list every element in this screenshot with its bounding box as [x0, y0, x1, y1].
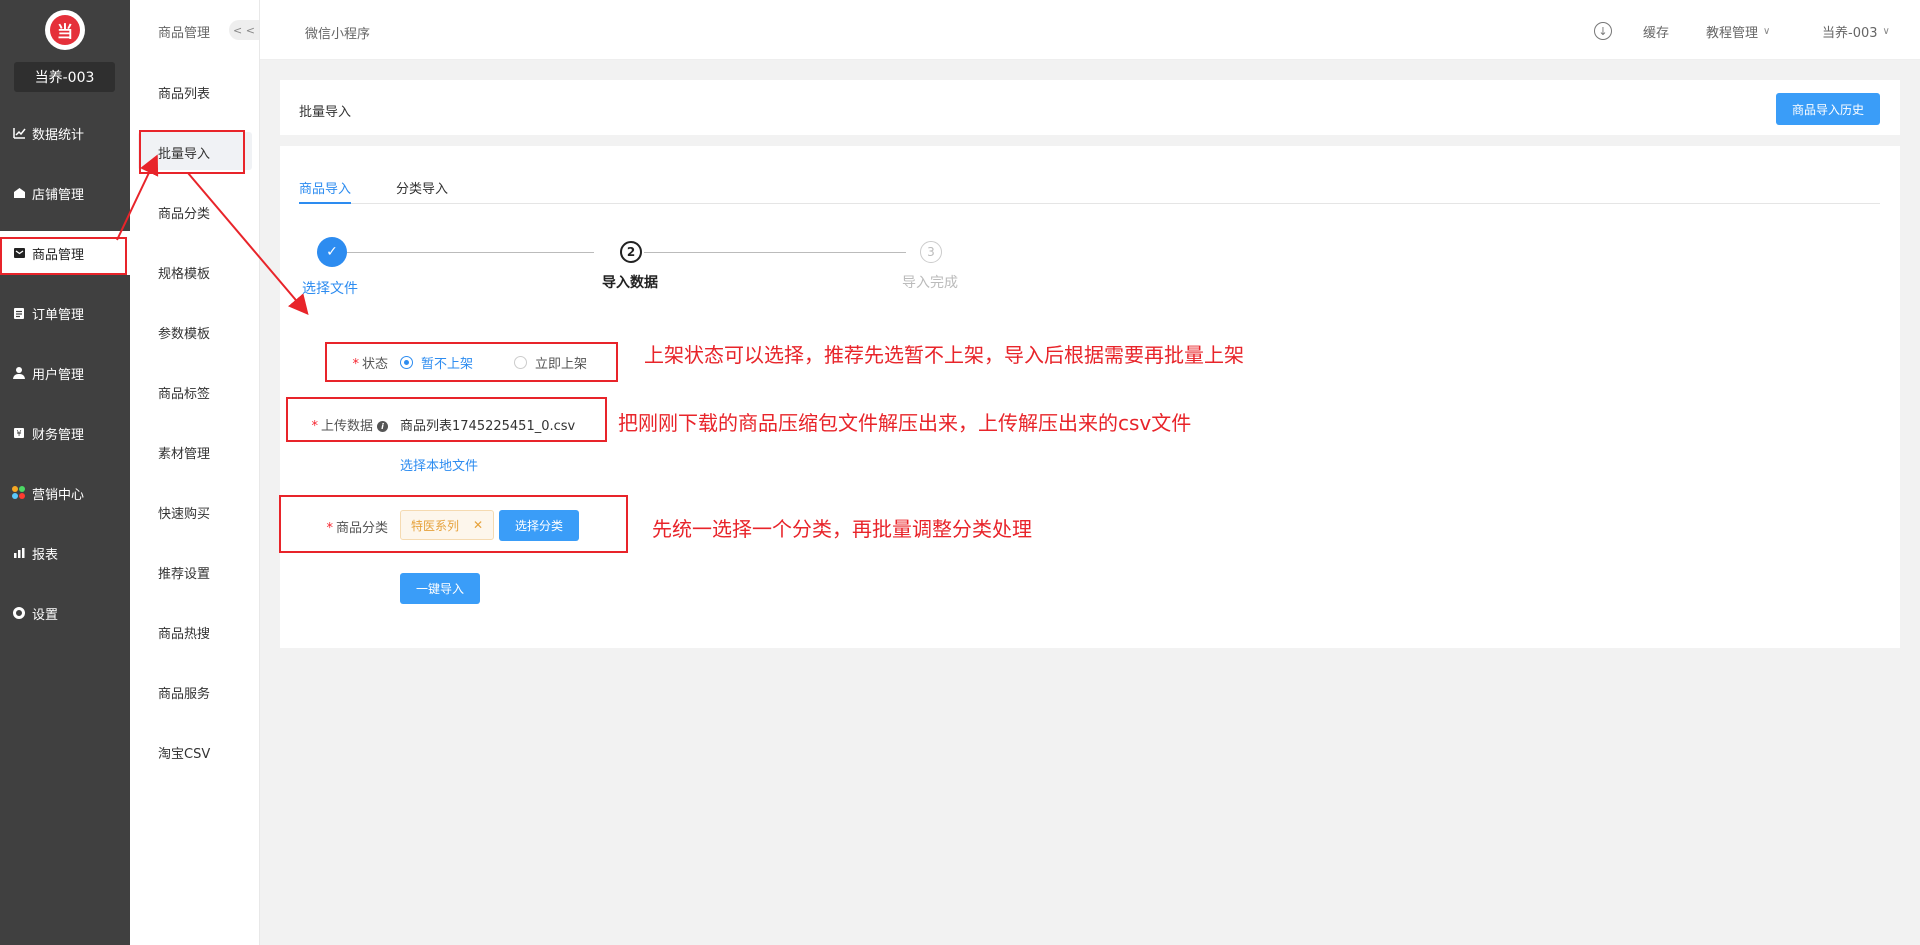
collapse-button[interactable]: < <	[229, 20, 259, 40]
step-3-label: 导入完成	[902, 275, 958, 291]
sidebar-item-marketing[interactable]: 营销中心	[0, 471, 130, 515]
main-sidebar: 当 当养-003 数据统计 店铺管理 商品管理 订单管理 用户管理 ¥ 财务管理	[0, 0, 130, 945]
account-menu[interactable]: 当养-003 ∨	[1822, 22, 1890, 41]
submenu-item-materials[interactable]: 素材管理	[158, 443, 210, 462]
sidebar-item-report[interactable]: 报表	[0, 531, 130, 575]
choose-local-file-link[interactable]: 选择本地文件	[400, 455, 478, 474]
step-2-circle: 2	[620, 241, 642, 263]
submenu-item-taobao-csv[interactable]: 淘宝CSV	[158, 743, 210, 762]
report-icon	[12, 546, 26, 560]
annotation-box-batch-import	[139, 130, 245, 174]
annotation-box-upload	[286, 397, 607, 442]
sidebar-item-store[interactable]: 店铺管理	[0, 171, 130, 215]
import-tabs: 商品导入 分类导入	[299, 178, 1880, 204]
import-history-button[interactable]: 商品导入历史	[1776, 93, 1880, 125]
step-connector	[644, 252, 906, 253]
top-bar: 微信小程序 ↓ 缓存 教程管理 ∨ 当养-003 ∨	[260, 0, 1920, 60]
gear-icon	[12, 606, 26, 620]
step-done-check-icon: ✓	[317, 237, 347, 267]
annotation-box-goods-menu	[0, 237, 127, 275]
annotation-note-category: 先统一选择一个分类，再批量调整分类处理	[652, 517, 1032, 541]
sidebar-item-stats[interactable]: 数据统计	[0, 111, 130, 155]
page-title: 批量导入	[299, 105, 352, 120]
download-button[interactable]: ↓	[1594, 22, 1612, 40]
sidebar-item-settings[interactable]: 设置	[0, 591, 130, 635]
app-logo: 当	[45, 10, 85, 50]
sidebar-item-label: 设置	[32, 607, 59, 623]
svg-text:¥: ¥	[16, 429, 21, 438]
sidebar-item-label: 数据统计	[32, 127, 85, 143]
annotation-box-category	[279, 495, 628, 553]
store-icon	[12, 186, 26, 200]
tab-goods-import[interactable]: 商品导入	[299, 178, 352, 204]
sidebar-item-orders[interactable]: 订单管理	[0, 291, 130, 335]
submenu-item-service[interactable]: 商品服务	[158, 683, 210, 702]
submenu-item-goods-list[interactable]: 商品列表	[158, 83, 210, 102]
step-connector	[347, 252, 594, 253]
one-click-import-button[interactable]: 一键导入	[400, 573, 480, 604]
submenu-item-quick-buy[interactable]: 快速购买	[158, 503, 210, 522]
tab-category-import[interactable]: 分类导入	[396, 178, 448, 204]
sidebar-item-label: 用户管理	[32, 367, 85, 383]
sidebar-item-label: 订单管理	[32, 307, 85, 323]
store-name[interactable]: 当养-003	[14, 62, 115, 92]
submenu-title: 商品管理	[158, 26, 211, 41]
step-1-label: 选择文件	[302, 281, 358, 297]
submenu-item-recommend[interactable]: 推荐设置	[158, 563, 210, 582]
sidebar-item-users[interactable]: 用户管理	[0, 351, 130, 395]
sidebar-item-label: 店铺管理	[32, 187, 85, 203]
cache-button[interactable]: 缓存	[1643, 22, 1669, 41]
annotation-box-status	[325, 342, 618, 382]
order-icon	[12, 306, 26, 320]
page-header-panel: 批量导入 商品导入历史	[280, 80, 1900, 135]
chevron-down-icon: ∨	[1763, 26, 1771, 37]
sidebar-item-label: 报表	[32, 547, 59, 563]
chart-icon	[12, 126, 26, 140]
step-2-label: 导入数据	[602, 275, 658, 291]
submenu-item-category[interactable]: 商品分类	[158, 203, 210, 222]
submenu-item-param-template[interactable]: 参数模板	[158, 323, 210, 342]
import-steps: ✓ 2 3 选择文件 导入数据 导入完成	[280, 237, 1900, 298]
download-icon: ↓	[1594, 22, 1612, 40]
submenu-item-spec-template[interactable]: 规格模板	[158, 263, 210, 282]
sidebar-item-finance[interactable]: ¥ 财务管理	[0, 411, 130, 455]
annotation-note-upload: 把刚刚下载的商品压缩包文件解压出来，上传解压出来的csv文件	[618, 411, 1192, 435]
account-label: 当养-003	[1822, 26, 1878, 41]
logo-icon: 当	[50, 15, 80, 45]
tutorial-menu[interactable]: 教程管理 ∨	[1706, 22, 1770, 41]
submenu-item-tags[interactable]: 商品标签	[158, 383, 210, 402]
annotation-note-status: 上架状态可以选择，推荐先选暂不上架，导入后根据需要再批量上架	[644, 343, 1244, 367]
marketing-icon	[12, 486, 26, 500]
step-3-circle: 3	[920, 241, 942, 263]
sidebar-item-label: 财务管理	[32, 427, 85, 443]
finance-icon: ¥	[12, 426, 26, 440]
sidebar-item-label: 营销中心	[32, 487, 85, 503]
tutorial-label: 教程管理	[1706, 26, 1759, 41]
user-icon	[12, 366, 26, 380]
submenu-item-hot-search[interactable]: 商品热搜	[158, 623, 210, 642]
chevron-down-icon: ∨	[1882, 26, 1890, 37]
breadcrumb[interactable]: 微信小程序	[305, 23, 370, 42]
